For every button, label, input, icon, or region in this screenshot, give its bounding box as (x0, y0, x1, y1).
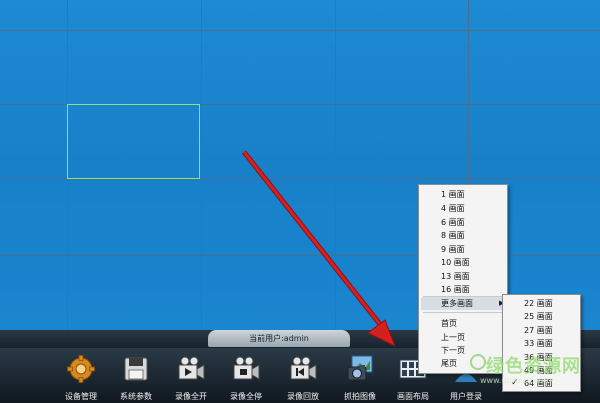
playback-label: 录像回放 (287, 392, 319, 401)
playback-button[interactable]: 录像回放 (272, 352, 334, 402)
menu-item-first-page[interactable]: 首页 (441, 317, 457, 330)
selected-video-cell[interactable] (67, 104, 200, 179)
more-screens-submenu: 22 画面 25 画面 27 画面 33 画面 36 画面 49 画面 ✓ 64… (502, 294, 581, 392)
record-all-on-button[interactable]: 录像全开 (160, 352, 222, 402)
menu-item-10-screens[interactable]: 10 画面 (441, 256, 470, 269)
video-grid[interactable] (0, 0, 600, 330)
menu-item-6-screens[interactable]: 6 画面 (441, 216, 465, 229)
grid-line (0, 255, 600, 256)
menu-separator (423, 312, 503, 313)
menu-item-next-page[interactable]: 下一页 (441, 344, 465, 357)
menu-item-9-screens[interactable]: 9 画面 (441, 243, 465, 256)
menu-item-prev-page[interactable]: 上一页 (441, 331, 465, 344)
grid-line (0, 179, 600, 180)
current-user-label: 当前用户:admin (208, 330, 350, 347)
menu-item-1-screen[interactable]: 1 画面 (441, 188, 465, 201)
grid-line (0, 30, 600, 31)
record-all-stop-label: 录像全停 (230, 392, 262, 401)
menu-item-16-screens[interactable]: 16 画面 (441, 283, 470, 296)
record-all-on-label: 录像全开 (175, 392, 207, 401)
gear-icon (67, 355, 95, 383)
video-camera-play-icon (178, 356, 205, 380)
submenu-item-64-label: 64 画面 (524, 379, 553, 388)
grid-line (335, 0, 336, 330)
menu-item-more-screens[interactable]: 更多画面 ▶ (421, 297, 505, 310)
menu-item-8-screens[interactable]: 8 画面 (441, 229, 465, 242)
system-params-label: 系统参数 (120, 392, 152, 401)
record-all-stop-button[interactable]: 录像全停 (215, 352, 277, 402)
submenu-item-33-screens[interactable]: 33 画面 (524, 337, 553, 350)
device-manage-label: 设备管理 (65, 392, 97, 401)
video-camera-rewind-icon (290, 356, 317, 380)
user-login-label: 用户登录 (450, 392, 482, 401)
floppy-disk-icon (124, 357, 148, 381)
menu-item-13-screens[interactable]: 13 画面 (441, 270, 470, 283)
menu-item-4-screens[interactable]: 4 画面 (441, 202, 465, 215)
checkmark-icon: ✓ (511, 378, 519, 388)
submenu-item-25-screens[interactable]: 25 画面 (524, 310, 553, 323)
device-manage-button[interactable]: 设备管理 (50, 352, 112, 402)
menu-item-last-page[interactable]: 尾页 (441, 357, 457, 370)
menu-item-more-label: 更多画面 (441, 299, 473, 308)
grid-line (201, 0, 202, 330)
submenu-item-49-screens[interactable]: 49 画面 (524, 364, 553, 377)
submenu-item-22-screens[interactable]: 22 画面 (524, 297, 553, 310)
system-params-button[interactable]: 系统参数 (105, 352, 167, 402)
video-camera-stop-icon (233, 356, 260, 380)
submenu-item-64-screens[interactable]: ✓ 64 画面 (503, 377, 580, 390)
submenu-item-27-screens[interactable]: 27 画面 (524, 324, 553, 337)
camera-photo-icon (347, 355, 373, 381)
layout-menu: 1 画面 4 画面 6 画面 8 画面 9 画面 10 画面 13 画面 16 … (418, 184, 508, 374)
submenu-item-36-screens[interactable]: 36 画面 (524, 351, 553, 364)
